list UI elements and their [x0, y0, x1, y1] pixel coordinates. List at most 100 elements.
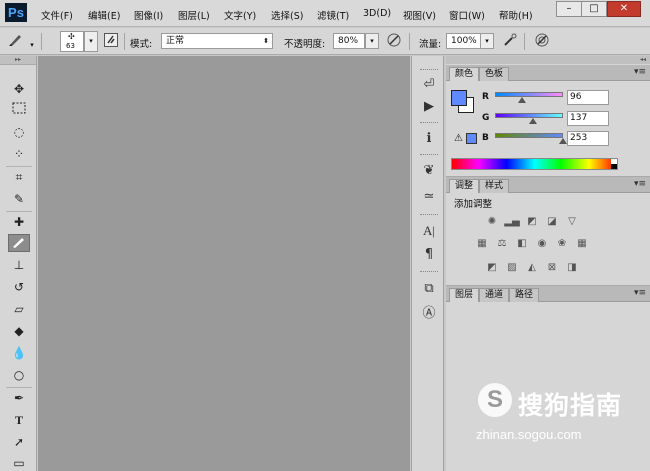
menu-window[interactable]: 窗口(W): [449, 8, 485, 22]
color-balance-icon[interactable]: ⚖: [494, 237, 510, 251]
r-value-input[interactable]: 96: [567, 90, 609, 105]
vibrance-icon[interactable]: ▽: [564, 215, 580, 229]
path-select-icon[interactable]: ➚: [8, 433, 30, 451]
tab-styles[interactable]: 样式: [479, 179, 510, 193]
brightness-icon[interactable]: ✺: [484, 215, 500, 229]
eyedropper-icon[interactable]: ✎: [8, 190, 30, 208]
menu-layer[interactable]: 图层(L): [178, 8, 210, 22]
tab-color[interactable]: 颜色: [449, 67, 480, 81]
crop-icon[interactable]: ⌗: [8, 168, 30, 186]
tab-layers[interactable]: 图层: [449, 288, 480, 302]
dock-grip[interactable]: [420, 271, 438, 274]
r-slider-thumb[interactable]: [517, 97, 526, 103]
chevron-down-icon[interactable]: ▾: [27, 38, 37, 49]
paragraph-styles-icon[interactable]: ⧉: [419, 280, 439, 298]
tab-paths[interactable]: 路径: [509, 288, 540, 302]
quick-select-icon[interactable]: ⁘: [8, 145, 30, 163]
foreground-color-swatch[interactable]: [451, 90, 467, 106]
color-lookup-icon[interactable]: ▦: [574, 237, 590, 251]
actions-icon[interactable]: ▶: [419, 98, 439, 116]
color-spectrum-bar[interactable]: [451, 158, 618, 170]
brush-settings-icon[interactable]: ≃: [419, 188, 439, 206]
character-icon[interactable]: A|: [419, 222, 439, 240]
tab-channels[interactable]: 通道: [479, 288, 510, 302]
move-icon[interactable]: ✥: [8, 80, 30, 98]
character-styles-icon[interactable]: Ⓐ: [419, 305, 439, 323]
menu-filter[interactable]: 滤镜(T): [317, 8, 349, 22]
menu-image[interactable]: 图像(I): [134, 8, 163, 22]
history-icon[interactable]: ⏎: [419, 76, 439, 94]
dock-grip[interactable]: [420, 154, 438, 157]
menu-help[interactable]: 帮助(H): [499, 8, 533, 22]
panel-collapse-icon[interactable]: ◂◂: [446, 56, 650, 64]
bucket-icon[interactable]: ◆: [8, 322, 30, 340]
pressure-size-icon[interactable]: [532, 32, 552, 50]
dock-grip[interactable]: [420, 69, 438, 72]
marquee-icon[interactable]: [8, 101, 30, 119]
invert-icon[interactable]: ◩: [484, 261, 500, 275]
type-icon[interactable]: T: [8, 411, 30, 429]
tab-swatches[interactable]: 色板: [479, 67, 510, 81]
chevron-down-icon[interactable]: ▾: [365, 33, 379, 49]
airbrush-icon[interactable]: [500, 32, 520, 50]
warning-icon[interactable]: ⚠: [454, 133, 463, 144]
gradient-map-icon[interactable]: ⊠: [544, 261, 560, 275]
brush-size-picker[interactable]: ✣ 63: [60, 31, 84, 52]
b-value-input[interactable]: 253: [567, 131, 609, 146]
menu-file[interactable]: 文件(F): [41, 8, 73, 22]
brush-presets-icon[interactable]: ❦: [419, 162, 439, 180]
panel-menu-icon[interactable]: ▾≡: [634, 67, 646, 77]
panel-collapse-icon[interactable]: ▸▸: [0, 56, 36, 65]
exposure-icon[interactable]: ◪: [544, 215, 560, 229]
dodge-icon[interactable]: ○: [8, 366, 30, 384]
gamut-color-swatch[interactable]: [466, 133, 477, 144]
panel-menu-icon[interactable]: ▾≡: [634, 179, 646, 189]
brush-panel-toggle-icon[interactable]: [101, 32, 121, 50]
menu-select[interactable]: 选择(S): [271, 8, 303, 22]
dock-grip[interactable]: [420, 122, 438, 125]
panel-menu-icon[interactable]: ▾≡: [634, 288, 646, 298]
paragraph-icon[interactable]: ¶: [419, 246, 439, 264]
tool-preset-icon[interactable]: [6, 32, 26, 50]
flow-input[interactable]: 100%: [446, 33, 481, 49]
g-slider-thumb[interactable]: [528, 118, 537, 124]
shape-icon[interactable]: ▭: [8, 454, 30, 471]
pen-icon[interactable]: ✒: [8, 389, 30, 407]
r-slider[interactable]: [495, 92, 563, 103]
threshold-icon[interactable]: ◭: [524, 261, 540, 275]
dock-grip[interactable]: [420, 214, 438, 217]
menu-type[interactable]: 文字(Y): [224, 8, 256, 22]
maximize-button[interactable]: □: [581, 1, 607, 17]
close-button[interactable]: ✕: [607, 1, 641, 17]
channel-mixer-icon[interactable]: ❀: [554, 237, 570, 251]
chevron-down-icon[interactable]: ▾: [84, 31, 98, 52]
selective-color-icon[interactable]: ◨: [564, 261, 580, 275]
eraser-icon[interactable]: ▱: [8, 300, 30, 318]
pressure-opacity-icon[interactable]: [384, 32, 404, 50]
info-icon[interactable]: ℹ: [419, 130, 439, 148]
black-white-icon[interactable]: ◧: [514, 237, 530, 251]
healing-icon[interactable]: ✚: [8, 213, 30, 231]
g-value-input[interactable]: 137: [567, 111, 609, 126]
lasso-icon[interactable]: ◌: [8, 123, 30, 141]
levels-icon[interactable]: ▂▄: [504, 215, 520, 229]
hue-saturation-icon[interactable]: ▦: [474, 237, 490, 251]
history-brush-icon[interactable]: ↺: [8, 278, 30, 296]
mode-select[interactable]: 正常 ⬍: [161, 33, 273, 49]
menu-edit[interactable]: 编辑(E): [88, 8, 120, 22]
photo-filter-icon[interactable]: ◉: [534, 237, 550, 251]
opacity-input[interactable]: 80%: [333, 33, 365, 49]
document-canvas-area[interactable]: [38, 56, 410, 471]
b-slider[interactable]: [495, 133, 568, 144]
tab-adjustments[interactable]: 调整: [449, 179, 480, 193]
curves-icon[interactable]: ◩: [524, 215, 540, 229]
menu-3d[interactable]: 3D(D): [363, 8, 391, 19]
stamp-icon[interactable]: ⊥: [8, 256, 30, 274]
brush-icon[interactable]: [8, 234, 30, 252]
posterize-icon[interactable]: ▨: [504, 261, 520, 275]
blur-icon[interactable]: 💧: [8, 344, 30, 362]
minimize-button[interactable]: –: [556, 1, 582, 17]
g-slider[interactable]: [495, 113, 563, 124]
chevron-down-icon[interactable]: ▾: [480, 33, 494, 49]
menu-view[interactable]: 视图(V): [403, 8, 436, 22]
